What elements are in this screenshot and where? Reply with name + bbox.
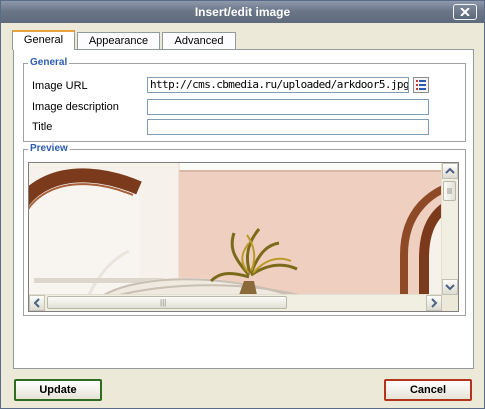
browse-list-icon[interactable] — [413, 77, 429, 93]
title-bar[interactable]: Insert/edit image — [1, 1, 484, 23]
title-input[interactable] — [147, 119, 429, 135]
image-description-label: Image description — [32, 101, 119, 113]
scroll-left-button[interactable] — [29, 295, 45, 311]
scroll-right-button[interactable] — [426, 295, 442, 311]
thumb-grip-icon — [447, 188, 452, 194]
horizontal-scroll-thumb[interactable]: ||| — [47, 296, 287, 309]
scroll-down-button[interactable] — [442, 279, 458, 295]
preview-image — [29, 163, 442, 295]
image-url-label: Image URL — [32, 80, 88, 92]
scroll-up-button[interactable] — [442, 163, 458, 179]
tab-label: Advanced — [174, 35, 224, 47]
thumb-grip: ||| — [160, 298, 167, 307]
insert-edit-image-dialog: Insert/edit image General Appearance Adv… — [0, 0, 485, 409]
arrow-right-icon — [431, 298, 438, 308]
tab-label: Appearance — [88, 35, 149, 47]
tab-panel-general: General Image URL http://cms.cbmedia.ru/… — [13, 49, 474, 369]
image-url-input[interactable]: http://cms.cbmedia.ru/uploaded/arkdoor5.… — [147, 77, 409, 93]
preview-fieldset: Preview ||| — [23, 143, 466, 316]
preview-frame[interactable]: ||| — [28, 162, 459, 312]
arrow-left-icon — [33, 298, 40, 308]
title-label: Title — [32, 121, 53, 133]
tab-label: General — [23, 34, 64, 46]
horizontal-scrollbar[interactable]: ||| — [29, 294, 442, 311]
close-icon — [460, 8, 470, 16]
image-description-input[interactable] — [147, 99, 429, 115]
general-legend: General — [28, 57, 70, 68]
tab-general[interactable]: General — [12, 30, 75, 50]
arrow-up-icon — [445, 167, 455, 174]
vertical-scrollbar[interactable] — [441, 163, 458, 295]
vertical-scroll-thumb[interactable] — [443, 181, 456, 201]
preview-legend: Preview — [28, 143, 70, 154]
scrollbar-corner — [442, 295, 458, 311]
cancel-button[interactable]: Cancel — [384, 379, 472, 401]
dialog-title: Insert/edit image — [194, 5, 291, 19]
close-button[interactable] — [453, 4, 477, 20]
tab-advanced[interactable]: Advanced — [162, 32, 236, 49]
arrow-down-icon — [445, 284, 455, 291]
tab-appearance[interactable]: Appearance — [77, 32, 160, 49]
update-button[interactable]: Update — [14, 379, 102, 401]
general-fieldset: General Image URL http://cms.cbmedia.ru/… — [23, 57, 466, 142]
